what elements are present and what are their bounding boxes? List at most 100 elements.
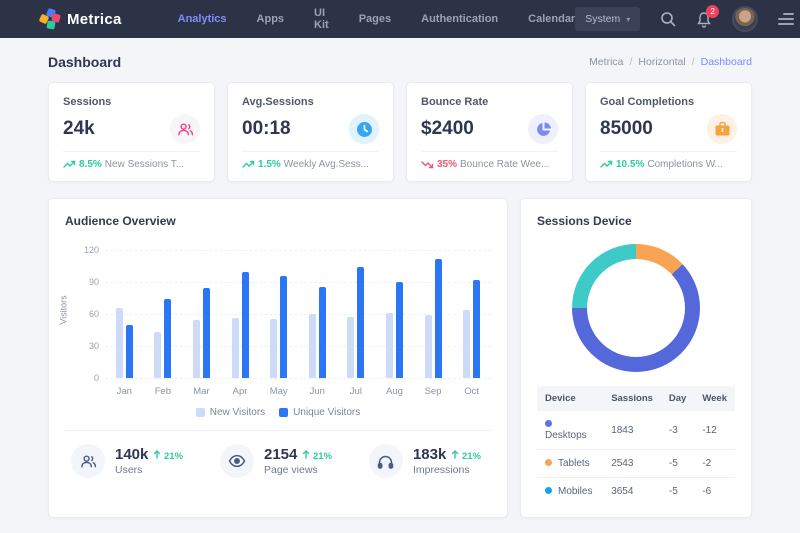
y-tick: 60 bbox=[89, 309, 99, 319]
kpi-value: 140k bbox=[115, 446, 148, 463]
device-cell: Mobiles bbox=[537, 478, 603, 506]
audience-overview-card: Audience Overview Visitors 0 30 60 90 120 Ja… bbox=[48, 198, 508, 518]
x-tick: Sep bbox=[414, 386, 453, 397]
legend-item: Unique Visitors bbox=[279, 407, 360, 418]
bar-unique-visitors bbox=[435, 259, 442, 378]
day-cell: -5 bbox=[661, 478, 694, 506]
nav-item-calendar[interactable]: Calendar bbox=[528, 13, 575, 25]
breadcrumb-item[interactable]: Metrica bbox=[589, 56, 623, 68]
breadcrumb-item[interactable]: Dashboard bbox=[701, 56, 752, 68]
bar-group-apr bbox=[221, 272, 260, 378]
legend-swatch bbox=[279, 408, 288, 417]
bar-unique-visitors bbox=[396, 282, 403, 378]
navbar-right: System ▾ 2 bbox=[575, 6, 794, 32]
stat-card-title: Bounce Rate bbox=[421, 96, 558, 108]
kpi-change: 21% bbox=[451, 450, 481, 462]
kpi-page-views: 2154 21%Page views bbox=[220, 444, 332, 478]
stat-card-trend: 1.5%Weekly Avg.Sess... bbox=[242, 151, 379, 170]
search-button[interactable] bbox=[660, 11, 676, 27]
nav-item-authentication[interactable]: Authentication bbox=[421, 13, 498, 25]
bar-new-visitors bbox=[116, 308, 123, 378]
x-tick: Jun bbox=[298, 386, 337, 397]
kpi-users: 140k 21% Users bbox=[71, 444, 183, 478]
bar-new-visitors bbox=[386, 313, 393, 378]
stat-card-value: 85000 bbox=[600, 118, 653, 140]
stat-card-bounce-rate: Bounce Rate $2400 35%Bounce Rate Wee... bbox=[406, 82, 573, 182]
nav-item-apps[interactable]: Apps bbox=[257, 13, 285, 25]
bar-group-oct bbox=[452, 280, 491, 378]
stat-card-value: $2400 bbox=[421, 118, 474, 140]
stat-card-avg-sessions: Avg.Sessions00:181.5%Weekly Avg.Sess... bbox=[227, 82, 394, 182]
trend-description: New Sessions T... bbox=[105, 159, 184, 170]
trend-description: Bounce Rate Wee... bbox=[460, 159, 549, 170]
top-navbar: Metrica Analytics Apps UI Kit Pages Authenti… bbox=[0, 0, 800, 38]
x-axis-labels: JanFebMarAprMayJunJulAugSepOct bbox=[105, 386, 491, 397]
trend-percent: 35% bbox=[437, 159, 457, 170]
bar-new-visitors bbox=[270, 319, 277, 378]
y-tick: 30 bbox=[89, 341, 99, 351]
device-table-header: Device bbox=[537, 386, 603, 411]
stat-card-value: 00:18 bbox=[242, 118, 291, 140]
bar-unique-visitors bbox=[280, 276, 287, 378]
device-dot bbox=[545, 487, 552, 494]
week-cell: -12 bbox=[694, 411, 735, 450]
week-cell: -2 bbox=[694, 450, 735, 478]
nav-item-pages[interactable]: Pages bbox=[359, 13, 391, 25]
device-cell: Desktops bbox=[537, 411, 603, 450]
bar-unique-visitors bbox=[473, 280, 480, 378]
bar-new-visitors bbox=[347, 317, 354, 378]
x-tick: Jul bbox=[337, 386, 376, 397]
y-tick: 120 bbox=[84, 245, 99, 255]
audience-overview-title: Audience Overview bbox=[65, 214, 491, 228]
users-icon bbox=[170, 114, 200, 144]
trend-description: Weekly Avg.Sess... bbox=[284, 159, 369, 170]
x-tick: Apr bbox=[221, 386, 260, 397]
table-row[interactable]: Mobiles3654-5-6 bbox=[537, 478, 735, 506]
sassions-cell: 3654 bbox=[603, 478, 661, 506]
table-row[interactable]: Tablets2543-5-2 bbox=[537, 450, 735, 478]
bar-unique-visitors bbox=[357, 267, 364, 378]
device-table-header: Sassions bbox=[603, 386, 661, 411]
system-dropdown-label: System bbox=[585, 13, 620, 25]
page-title: Dashboard bbox=[48, 54, 121, 70]
bar-group-aug bbox=[375, 282, 414, 378]
clock-icon bbox=[349, 114, 379, 144]
device-dot bbox=[545, 420, 552, 427]
sessions-device-card: Sessions Device DeviceSassionsDayWeek De… bbox=[520, 198, 752, 518]
bar-new-visitors bbox=[425, 315, 432, 378]
brand-logo[interactable]: Metrica bbox=[40, 9, 122, 29]
bar-unique-visitors bbox=[242, 272, 249, 378]
bar-unique-visitors bbox=[319, 287, 326, 378]
y-tick: 90 bbox=[89, 277, 99, 287]
nav-item-analytics[interactable]: Analytics bbox=[178, 13, 227, 25]
search-icon bbox=[660, 11, 676, 27]
legend-label: New Visitors bbox=[210, 407, 265, 418]
user-avatar[interactable] bbox=[732, 6, 758, 32]
x-tick: Feb bbox=[144, 386, 183, 397]
bar-chart-plot bbox=[105, 250, 491, 378]
main-nav: Analytics Apps UI Kit Pages Authentication Ca… bbox=[178, 7, 576, 31]
users-icon bbox=[71, 444, 105, 478]
y-tick: 0 bbox=[94, 373, 99, 383]
kpi-label: Users bbox=[115, 464, 183, 476]
y-axis-label: Visitors bbox=[59, 295, 69, 324]
nav-item-ui-kit[interactable]: UI Kit bbox=[314, 7, 329, 31]
breadcrumb-separator: / bbox=[692, 56, 695, 68]
trend-percent: 1.5% bbox=[258, 159, 281, 170]
legend-label: Unique Visitors bbox=[293, 407, 360, 418]
x-tick: Oct bbox=[452, 386, 491, 397]
kpi-value: 183k bbox=[413, 446, 446, 463]
menu-icon[interactable] bbox=[778, 13, 794, 25]
trend-up-icon bbox=[600, 160, 613, 169]
notifications-button[interactable]: 2 bbox=[696, 11, 712, 28]
system-dropdown[interactable]: System ▾ bbox=[575, 7, 640, 31]
bar-new-visitors bbox=[232, 318, 239, 378]
sassions-cell: 1843 bbox=[603, 411, 661, 450]
table-row[interactable]: Desktops1843-3-12 bbox=[537, 411, 735, 450]
bar-new-visitors bbox=[154, 332, 161, 378]
legend-swatch bbox=[196, 408, 205, 417]
day-cell: -5 bbox=[661, 450, 694, 478]
breadcrumb-item[interactable]: Horizontal bbox=[638, 56, 685, 68]
kpi-change: 21% bbox=[153, 450, 183, 462]
sessions-device-title: Sessions Device bbox=[537, 214, 735, 228]
